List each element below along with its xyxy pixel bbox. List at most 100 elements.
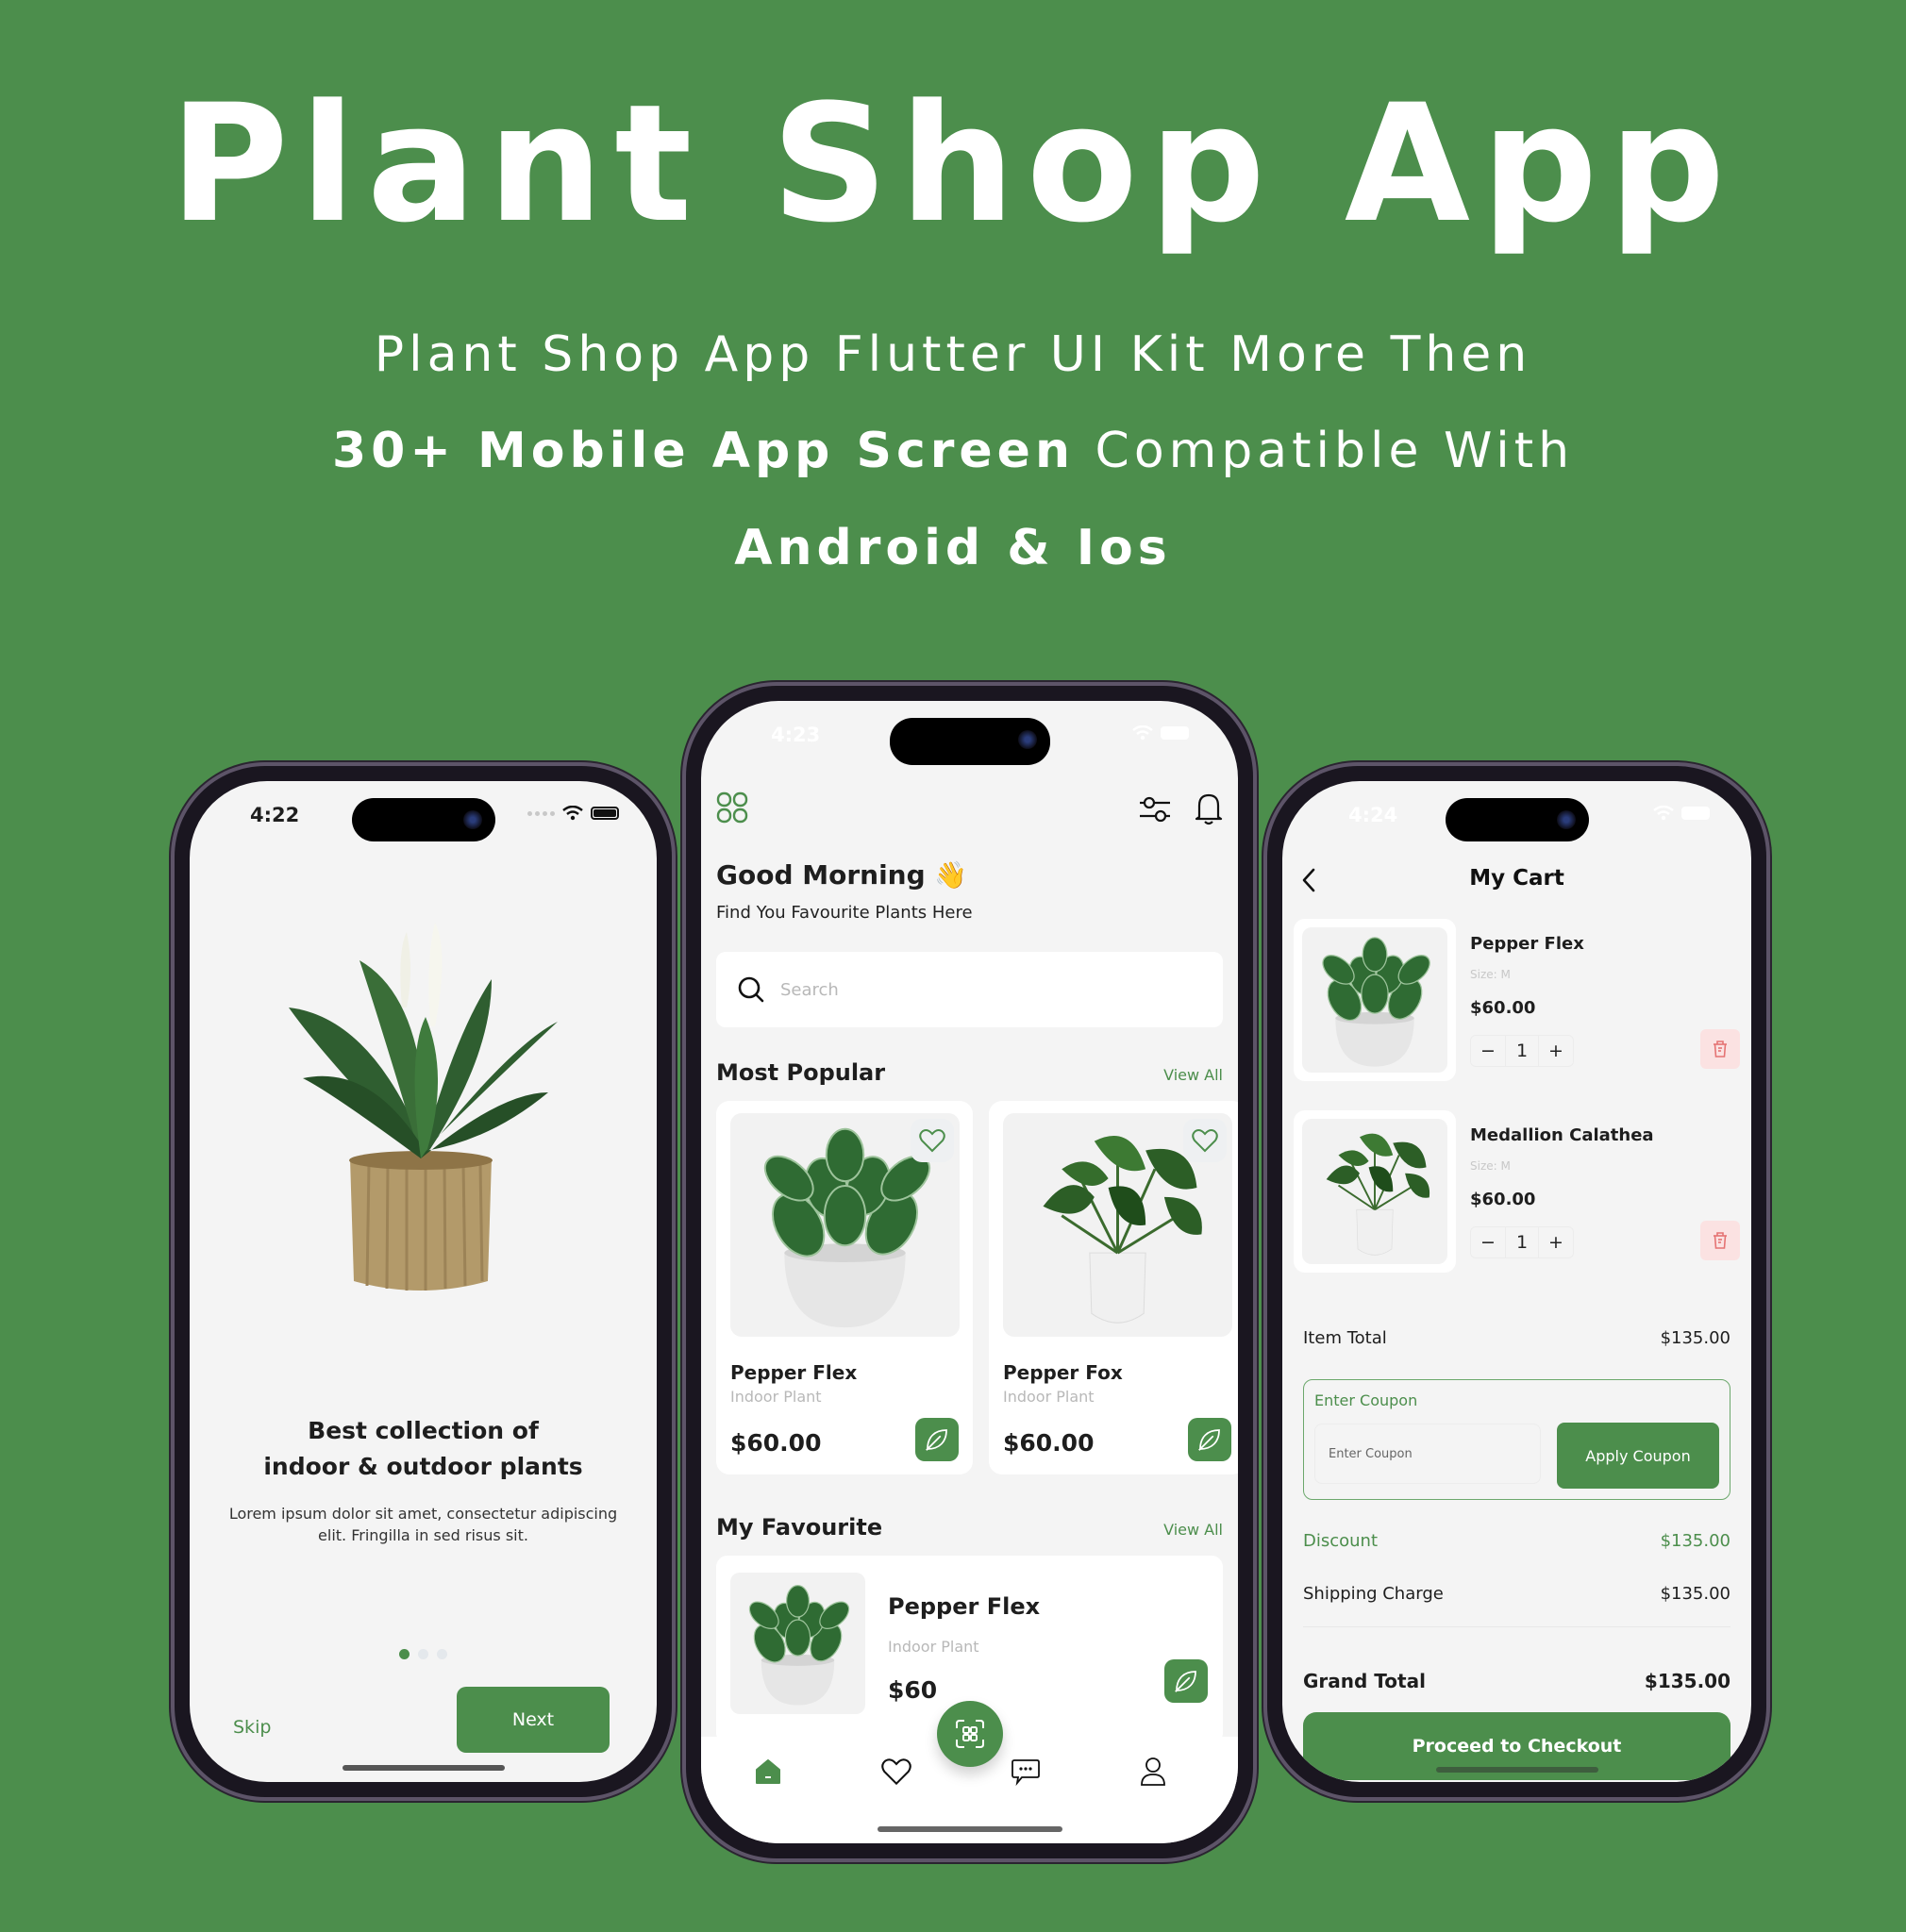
- quantity-stepper: − 1 +: [1470, 1226, 1574, 1258]
- discount-value: $135.00: [1660, 1531, 1730, 1551]
- product-card[interactable]: Pepper Flex Indoor Plant $60.00: [716, 1101, 973, 1474]
- coupon-input[interactable]: [1314, 1424, 1541, 1484]
- cart-item-image: [1294, 1110, 1456, 1273]
- favourite-price: $60: [888, 1676, 938, 1704]
- nav-messages[interactable]: [1008, 1754, 1044, 1790]
- home-topbar: [716, 791, 1223, 829]
- battery-icon: [1161, 726, 1189, 740]
- status-icons: [1653, 806, 1710, 821]
- delete-button[interactable]: [1700, 1221, 1740, 1260]
- dynamic-island: [889, 718, 1050, 765]
- status-time: 4:22: [250, 804, 300, 826]
- status-time: 4:24: [1348, 804, 1398, 826]
- phone-onboarding: 4:22 Best collection of indoor & outdoor…: [175, 766, 672, 1797]
- item-total-value: $135.00: [1660, 1328, 1730, 1348]
- home-screen: 4:23 Good Morning 👋 Find You Favourite P…: [701, 701, 1238, 1843]
- battery-icon: [1681, 807, 1710, 820]
- page-dot-3[interactable]: [437, 1649, 447, 1659]
- search-input[interactable]: [780, 979, 1202, 1000]
- grand-total-label: Grand Total: [1303, 1670, 1426, 1692]
- product-name: Pepper Fox: [1003, 1361, 1123, 1384]
- shipping-value: $135.00: [1660, 1584, 1730, 1604]
- onboarding-title-line2: indoor & outdoor plants: [263, 1453, 583, 1480]
- status-icons: [527, 806, 619, 821]
- item-total-row: Item Total $135.00: [1303, 1328, 1730, 1348]
- coupon-section: Enter Coupon Apply Coupon: [1303, 1379, 1730, 1500]
- discount-label: Discount: [1303, 1531, 1379, 1551]
- hero-subtitle-line2: 30+ Mobile App Screen Compatible With: [0, 426, 1906, 475]
- greeting-title: Good Morning 👋: [716, 859, 968, 891]
- item-total-label: Item Total: [1303, 1328, 1387, 1348]
- bell-icon[interactable]: [1195, 791, 1223, 825]
- nav-favourites[interactable]: [878, 1754, 914, 1790]
- trash-icon: [1714, 1232, 1727, 1249]
- skip-button[interactable]: Skip: [233, 1717, 271, 1738]
- search-bar[interactable]: [716, 952, 1223, 1027]
- shipping-label: Shipping Charge: [1303, 1584, 1444, 1604]
- heart-icon: [1192, 1129, 1218, 1153]
- hero-subtitle-highlight: 30+ Mobile App Screen: [331, 423, 1075, 479]
- filter-icon[interactable]: [1138, 793, 1172, 825]
- next-button[interactable]: Next: [457, 1687, 610, 1753]
- cart-item-image: [1294, 919, 1456, 1081]
- product-type: Indoor Plant: [1003, 1388, 1095, 1406]
- status-time: 4:23: [771, 724, 821, 746]
- onboarding-screen: 4:22 Best collection of indoor & outdoor…: [190, 781, 657, 1782]
- add-to-cart-button[interactable]: [915, 1418, 959, 1461]
- increase-button[interactable]: +: [1539, 1227, 1573, 1257]
- most-popular-view-all[interactable]: View All: [1163, 1066, 1223, 1084]
- menu-grid-icon[interactable]: [716, 791, 748, 824]
- cart-item-price: $60.00: [1470, 998, 1536, 1018]
- apply-coupon-button[interactable]: Apply Coupon: [1557, 1423, 1719, 1489]
- add-to-cart-button[interactable]: [1188, 1418, 1231, 1461]
- page-dot-2[interactable]: [418, 1649, 428, 1659]
- peperomia-image: [1302, 927, 1447, 1073]
- favourite-type: Indoor Plant: [888, 1638, 979, 1656]
- product-card[interactable]: Pepper Fox Indoor Plant $60.00: [989, 1101, 1238, 1474]
- chat-icon: [1012, 1759, 1040, 1787]
- scan-button[interactable]: [936, 1701, 1003, 1767]
- favourite-image: [730, 1573, 865, 1714]
- decrease-button[interactable]: −: [1471, 1227, 1505, 1257]
- my-favourite-view-all[interactable]: View All: [1163, 1521, 1223, 1539]
- home-indicator: [1435, 1767, 1598, 1773]
- leaf-icon: [1195, 1425, 1224, 1454]
- favorite-button[interactable]: [1183, 1119, 1227, 1162]
- favorite-button[interactable]: [911, 1119, 954, 1162]
- product-image: [730, 1113, 960, 1337]
- product-price: $60.00: [1003, 1429, 1095, 1457]
- product-image: [1003, 1113, 1232, 1337]
- product-type: Indoor Plant: [730, 1388, 822, 1406]
- cart-item-size: Size: M: [1470, 1159, 1511, 1173]
- cart-item-name: Pepper Flex: [1470, 934, 1584, 954]
- leaf-icon: [1172, 1667, 1200, 1695]
- nav-home[interactable]: [750, 1754, 786, 1790]
- hero-subtitle-line1: Plant Shop App Flutter UI Kit More Then: [374, 326, 1532, 383]
- nav-profile[interactable]: [1135, 1754, 1171, 1790]
- trash-icon: [1714, 1041, 1727, 1058]
- favourite-name: Pepper Flex: [888, 1593, 1041, 1620]
- decrease-button[interactable]: −: [1471, 1036, 1505, 1066]
- cart-screen: 4:24 My Cart Pepper Flex Size: M $60.00 …: [1282, 781, 1751, 1782]
- quantity-value: 1: [1505, 1036, 1539, 1066]
- leaf-icon: [923, 1425, 951, 1454]
- delete-button[interactable]: [1700, 1029, 1740, 1069]
- dynamic-island: [1445, 798, 1589, 841]
- hero-title: Plant Shop App: [169, 69, 1737, 258]
- phone-home: 4:23 Good Morning 👋 Find You Favourite P…: [686, 686, 1253, 1858]
- search-icon: [738, 976, 764, 1003]
- grand-total-row: Grand Total $135.00: [1303, 1670, 1730, 1692]
- add-to-cart-button[interactable]: [1164, 1659, 1208, 1703]
- peperomia-image: [730, 1573, 865, 1714]
- discount-row: Discount $135.00: [1303, 1531, 1730, 1551]
- my-favourite-title: My Favourite: [716, 1514, 883, 1541]
- cart-item: Medallion Calathea Size: M $60.00 − 1 +: [1294, 1110, 1740, 1276]
- quantity-value: 1: [1505, 1227, 1539, 1257]
- greeting-subtitle: Find You Favourite Plants Here: [716, 903, 973, 923]
- increase-button[interactable]: +: [1539, 1036, 1573, 1066]
- cart-item-name: Medallion Calathea: [1470, 1125, 1654, 1145]
- page-dot-1[interactable]: [399, 1649, 410, 1659]
- coupon-label: Enter Coupon: [1314, 1391, 1418, 1409]
- product-price: $60.00: [730, 1429, 822, 1457]
- home-indicator: [342, 1765, 505, 1771]
